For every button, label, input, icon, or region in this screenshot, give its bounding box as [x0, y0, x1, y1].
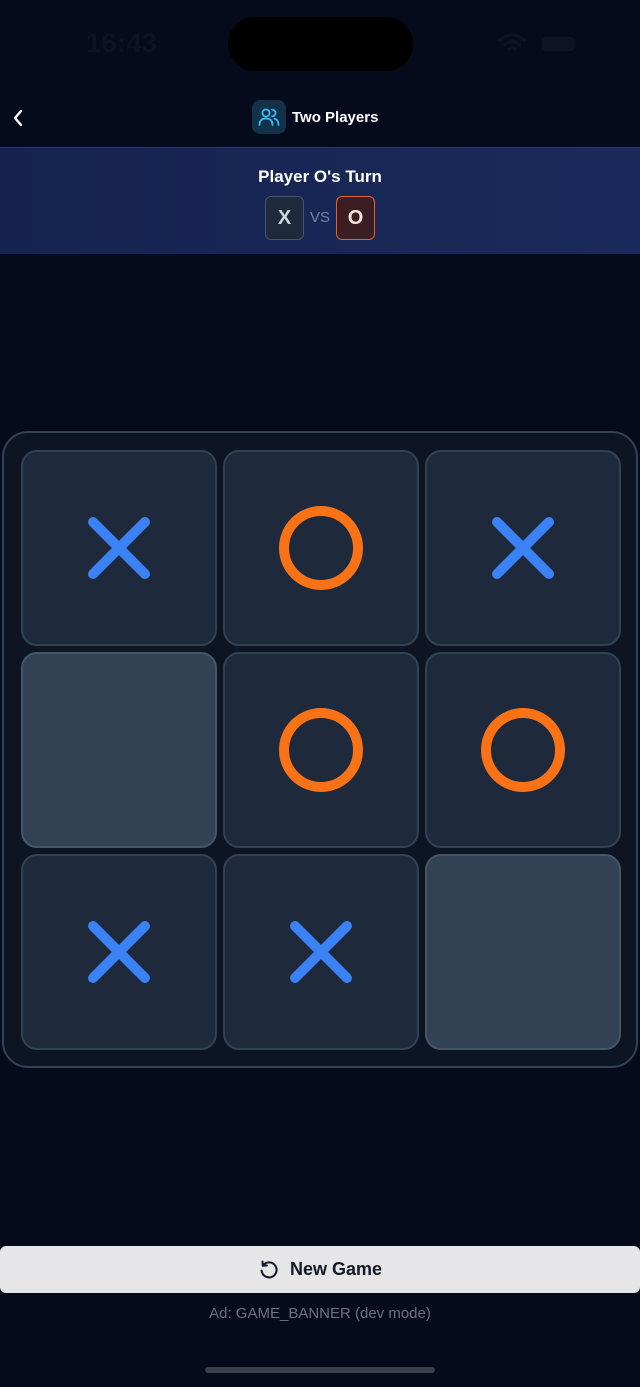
header: Two Players	[0, 88, 640, 146]
x-mark-icon	[290, 921, 352, 983]
wifi-icon	[498, 33, 526, 51]
board-cell-1-1[interactable]	[21, 450, 217, 646]
dynamic-island	[228, 17, 413, 71]
new-game-button[interactable]: New Game	[0, 1246, 640, 1293]
o-mark-icon	[481, 708, 565, 792]
header-title-group: Two Players	[252, 100, 378, 134]
o-mark-icon	[279, 708, 363, 792]
board-cell-1-3[interactable]	[425, 450, 621, 646]
users-icon	[258, 108, 280, 126]
player-x-badge: X	[265, 196, 304, 240]
board-cell-3-1[interactable]	[21, 854, 217, 1050]
vs-label: VS	[309, 209, 330, 226]
x-mark-icon	[88, 921, 150, 983]
player-o-badge: O	[336, 196, 375, 240]
home-indicator[interactable]	[205, 1367, 435, 1373]
chevron-left-icon	[13, 109, 23, 127]
battery-icon	[542, 37, 575, 51]
x-mark-icon	[88, 517, 150, 579]
board-cell-3-2[interactable]	[223, 854, 419, 1050]
board-cell-1-2[interactable]	[223, 450, 419, 646]
status-time: 16:43	[86, 28, 158, 58]
turn-indicator: Player O's Turn	[258, 167, 382, 186]
ad-banner: Ad: GAME_BANNER (dev mode)	[209, 1305, 431, 1322]
status-icons	[498, 32, 580, 56]
board-cell-2-3[interactable]	[425, 652, 621, 848]
game-board	[2, 431, 638, 1068]
board-cell-2-1[interactable]	[21, 652, 217, 848]
turn-banner: Player O's Turn X VS O	[0, 147, 640, 254]
status-bar: 16:43	[0, 0, 640, 88]
board-cell-2-2[interactable]	[223, 652, 419, 848]
back-button[interactable]	[0, 98, 36, 138]
page-title: Two Players	[292, 108, 379, 126]
o-mark-icon	[279, 506, 363, 590]
board-cell-3-3[interactable]	[425, 854, 621, 1050]
x-mark-icon	[492, 517, 554, 579]
new-game-label: New Game	[289, 1259, 383, 1279]
mode-icon-badge	[252, 100, 286, 134]
restart-icon	[260, 1260, 278, 1278]
